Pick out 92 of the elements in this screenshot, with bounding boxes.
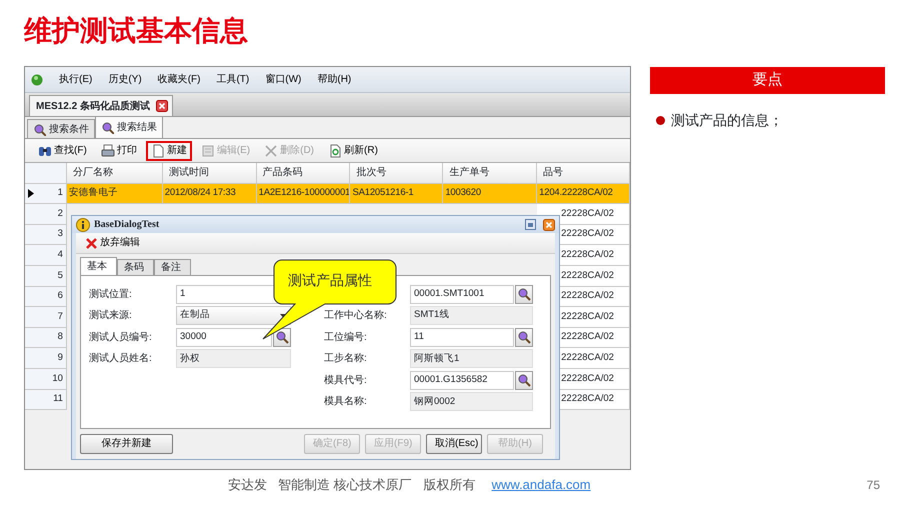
table-cell: 1204.22228CA/02 (537, 184, 630, 204)
section-header: 要点 (650, 67, 885, 94)
search-icon (517, 373, 531, 388)
input-field[interactable]: 00001.SMT1001 (410, 284, 514, 304)
close-icon[interactable] (543, 218, 555, 230)
row-header[interactable]: 7 (25, 307, 67, 328)
search-icon (101, 121, 114, 134)
slide-title: 维护测试基本信息 (22, 14, 249, 48)
search-icon (517, 287, 531, 301)
row-header[interactable]: 4 (25, 245, 67, 266)
readonly-field: 钢网0002 (410, 392, 533, 412)
column-header[interactable]: 测试时间 (162, 163, 257, 184)
tab[interactable]: 条码 (117, 259, 154, 275)
menu-item[interactable]: 工具(T) (216, 72, 250, 87)
page-number: 75 (866, 477, 880, 494)
restore-icon[interactable] (525, 219, 536, 230)
app-logo-icon (31, 74, 43, 86)
dialog-button[interactable]: 保存并新建 (80, 434, 173, 454)
toolbar-button[interactable]: 查找(F) (33, 140, 92, 160)
table-cell: 1003620 (443, 184, 538, 204)
row-header[interactable]: 5 (25, 266, 67, 287)
field-label: 测试人员姓名: (89, 352, 153, 366)
close-icon[interactable] (156, 100, 168, 112)
delete-icon (264, 144, 278, 158)
menu-item[interactable]: 帮助(H) (317, 72, 352, 87)
discard-button[interactable]: 放弃编辑 (80, 234, 145, 252)
field-label: 测试位置: (89, 288, 133, 302)
website-link[interactable]: www.andafa.com (492, 475, 591, 495)
row-header[interactable]: 1 (25, 184, 67, 204)
row-header[interactable]: 9 (25, 348, 67, 369)
search-icon (275, 330, 289, 344)
column-header[interactable]: 品号 (537, 163, 630, 184)
readonly-field: 孙权 (176, 349, 291, 368)
row-header[interactable]: 10 (25, 368, 67, 390)
readonly-field: SMT1线 (410, 306, 533, 326)
dialog-button[interactable]: 取消(Esc) (426, 434, 482, 454)
row-header[interactable]: 8 (25, 328, 67, 348)
input-field[interactable]: 11 (410, 328, 514, 347)
tab[interactable]: 搜索条件 (27, 119, 95, 138)
tab[interactable]: 基本 (80, 257, 117, 275)
readonly-field: 阿斯顿飞1 (410, 349, 533, 368)
delete-icon (85, 236, 98, 250)
column-header[interactable]: 生产单号 (443, 163, 538, 184)
search-button[interactable] (515, 328, 533, 347)
document-icon (150, 144, 165, 158)
row-header[interactable]: 2 (25, 204, 67, 225)
document-icon (200, 144, 215, 158)
row-pointer-icon (28, 188, 34, 198)
field-label: 工步名称: (324, 352, 368, 366)
field-label: 工作中心名称: (324, 308, 388, 324)
field-label: 工位编号: (324, 330, 368, 345)
bullet-text: 测试产品的信息； (671, 111, 783, 130)
row-header[interactable]: 6 (25, 286, 67, 308)
table-cell: 1A2E1216-100000001 (256, 184, 350, 204)
menu-item[interactable]: 执行(E) (59, 72, 92, 87)
search-icon (517, 330, 531, 344)
field-label: 测试人员编号: (89, 330, 153, 345)
input-field[interactable]: 30000 (176, 328, 272, 347)
column-header[interactable]: 分厂名称 (66, 163, 163, 184)
table-cell: 安德鲁电子 (66, 184, 163, 204)
search-icon (33, 122, 46, 136)
tab[interactable]: 搜索结果 (95, 116, 163, 138)
tab[interactable]: 备注 (154, 259, 191, 275)
table-cell: 2012/08/24 17:33 (162, 184, 257, 204)
search-button[interactable] (515, 284, 533, 304)
info-icon (76, 218, 90, 232)
field-label: 测试来源: (89, 308, 133, 324)
search-button[interactable] (515, 370, 533, 390)
menu-item[interactable]: 收藏夹(F) (158, 72, 200, 87)
column-header[interactable]: 产品条码 (256, 163, 350, 184)
footer-text: 安达发 (228, 476, 267, 494)
column-header[interactable]: 批次号 (350, 163, 444, 184)
menu-item[interactable]: 窗口(W) (265, 72, 302, 87)
dropdown[interactable]: 在制品 (176, 306, 291, 326)
row-header[interactable]: 11 (25, 390, 67, 410)
printer-icon (100, 144, 115, 158)
refresh-icon (328, 144, 342, 158)
footer-text: 智能制造 核心技术原厂 (278, 476, 412, 494)
toolbar-button[interactable]: 新建 (146, 140, 192, 160)
field-label: 模具代号: (324, 374, 368, 388)
table-cell: SA12051216-1 (350, 184, 444, 204)
toolbar-button[interactable]: 打印 (96, 140, 142, 160)
menu-item[interactable]: 历史(Y) (108, 72, 142, 87)
document-tab[interactable]: MES12.2 条码化品质测试 (29, 95, 173, 116)
document-tab-title: MES12.2 条码化品质测试 (36, 100, 150, 114)
footer-text: 版权所有 (424, 476, 476, 494)
bullet-icon (656, 116, 665, 125)
input-field[interactable]: 00001.G1356582 (410, 370, 514, 390)
dialog-title: BaseDialogTest (94, 218, 160, 232)
row-header[interactable]: 3 (25, 224, 67, 246)
toolbar-button[interactable]: 刷新(R) (323, 140, 383, 160)
field-label: 模具名称: (324, 394, 368, 410)
